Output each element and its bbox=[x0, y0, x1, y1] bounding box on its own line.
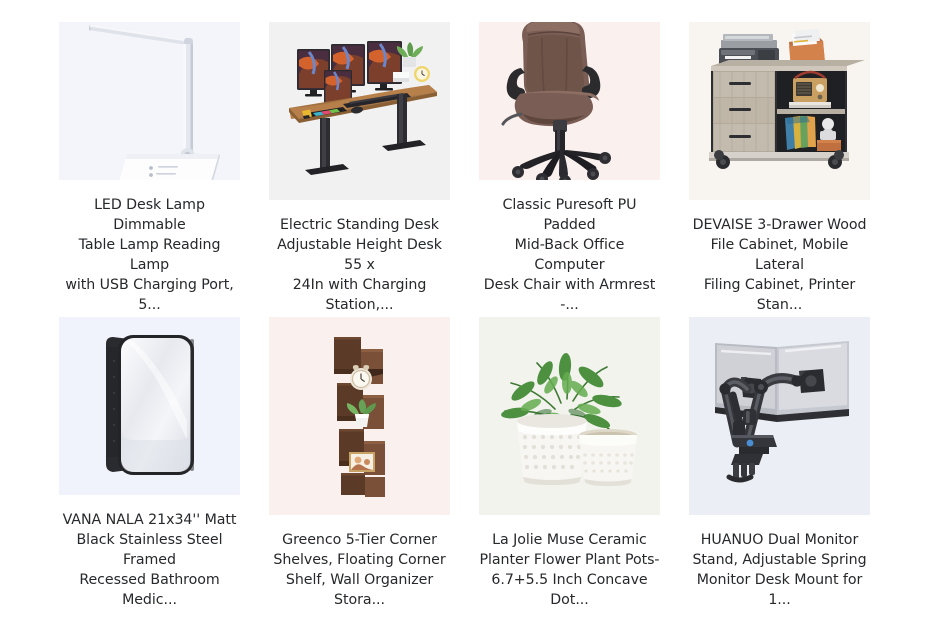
product-title: DEVAISE 3-Drawer Wood File Cabinet, Mobi… bbox=[692, 217, 867, 313]
product-card[interactable]: DEVAISE 3-Drawer Wood File Cabinet, Mobi… bbox=[689, 22, 870, 315]
electric-standing-desk-illustration bbox=[289, 41, 437, 175]
product-title: La Jolie Muse Ceramic Planter Flower Pla… bbox=[479, 532, 660, 608]
product-grid: LED Desk Lamp Dimmable Table Lamp Readin… bbox=[0, 0, 930, 620]
bathroom-medicine-cabinet-mirror-image[interactable] bbox=[59, 317, 240, 495]
file-cabinet-image[interactable] bbox=[689, 22, 870, 200]
product-card[interactable]: VANA NALA 21x34'' Matt Black Stainless S… bbox=[59, 317, 240, 610]
product-card[interactable]: La Jolie Muse Ceramic Planter Flower Pla… bbox=[479, 317, 660, 610]
product-title: HUANUO Dual Monitor Stand, Adjustable Sp… bbox=[692, 532, 867, 608]
corner-shelves-illustration bbox=[334, 337, 385, 497]
office-desk-chair-image[interactable] bbox=[479, 22, 660, 180]
product-title: Electric Standing Desk Adjustable Height… bbox=[277, 217, 442, 313]
product-card[interactable]: Greenco 5-Tier Corner Shelves, Floating … bbox=[269, 317, 450, 610]
electric-standing-desk-image[interactable] bbox=[269, 22, 450, 200]
product-title: Classic Puresoft PU Padded Mid-Back Offi… bbox=[483, 197, 656, 313]
product-title: VANA NALA 21x34'' Matt Black Stainless S… bbox=[62, 512, 237, 608]
product-title: Greenco 5-Tier Corner Shelves, Floating … bbox=[273, 532, 446, 608]
dual-monitor-stand-illustration bbox=[715, 341, 849, 483]
product-title: LED Desk Lamp Dimmable Table Lamp Readin… bbox=[65, 197, 234, 313]
file-cabinet-illustration bbox=[709, 28, 865, 169]
ceramic-planter-pots-illustration bbox=[501, 353, 637, 486]
office-desk-chair-illustration bbox=[501, 22, 611, 180]
product-card[interactable]: Electric Standing Desk Adjustable Height… bbox=[269, 22, 450, 315]
medicine-cabinet-mirror-illustration bbox=[106, 335, 194, 475]
product-card[interactable]: HUANUO Dual Monitor Stand, Adjustable Sp… bbox=[689, 317, 870, 610]
product-card[interactable]: Classic Puresoft PU Padded Mid-Back Offi… bbox=[479, 22, 660, 315]
dual-monitor-stand-image[interactable] bbox=[689, 317, 870, 515]
led-desk-lamp-illustration bbox=[89, 24, 220, 180]
corner-shelves-image[interactable] bbox=[269, 317, 450, 515]
product-card[interactable]: LED Desk Lamp Dimmable Table Lamp Readin… bbox=[59, 22, 240, 315]
led-desk-lamp-image[interactable] bbox=[59, 22, 240, 180]
ceramic-planter-pots-image[interactable] bbox=[479, 317, 660, 515]
